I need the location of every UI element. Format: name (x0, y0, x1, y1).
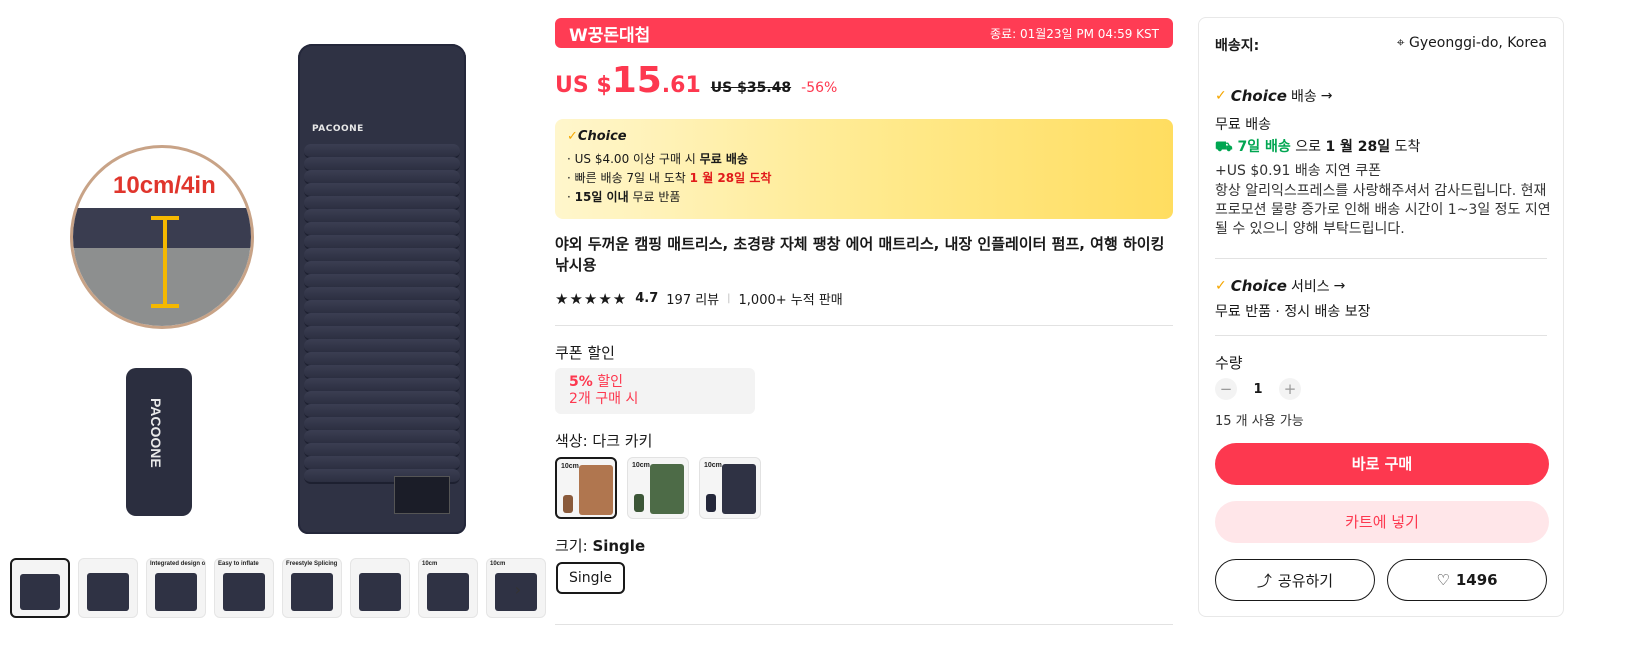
benefit-free-returns: · 15일 이내 무료 반품 (567, 190, 681, 204)
checkmark-icon: ✓ (1215, 88, 1227, 104)
gallery-thumbnail[interactable] (350, 558, 410, 618)
thickness-label: 10cm/4in (113, 172, 216, 199)
divider (1215, 258, 1547, 259)
review-count[interactable]: 197 리뷰 (666, 289, 719, 308)
discount-badge: -56% (801, 80, 838, 96)
choice-logo: ✓Choice (567, 129, 627, 144)
bag-swatch (563, 495, 573, 513)
gallery-thumbnail[interactable] (10, 558, 70, 618)
thumbnail-caption: Integrated design of pillow (150, 561, 206, 567)
purchase-panel: 배송지: ⌖ Gyeonggi-do, Korea ✓ Choice 배송 → 무… (1198, 17, 1564, 617)
location-pin-icon: ⌖ (1396, 35, 1410, 51)
thumbnail-caption: 10cm (490, 561, 506, 567)
size-label: 크기: Single (555, 537, 646, 555)
color-option[interactable]: 10cm (627, 457, 689, 519)
sleeping-mat-image: PACOONE (298, 44, 466, 534)
thumbnail-caption: Easy to inflate (218, 561, 259, 567)
ship-to-location[interactable]: ⌖ Gyeonggi-do, Korea (1397, 35, 1547, 55)
arrow-right-icon: → (1320, 88, 1333, 104)
ship-to-row[interactable]: 배송지: ⌖ Gyeonggi-do, Korea (1215, 35, 1547, 55)
color-options: 10cm 10cm 10cm (555, 457, 761, 519)
product-title: 야외 두꺼운 캠핑 매트리스, 초경량 자체 팽창 에어 매트리스, 내장 인플… (555, 235, 1165, 274)
service-guarantee-text: 무료 반품 · 정시 배송 보장 (1215, 304, 1371, 320)
choice-service-link[interactable]: ✓ Choice 서비스 → (1215, 276, 1345, 296)
chevron-right-icon[interactable]: › (508, 578, 528, 602)
share-icon: ⤴ (1256, 571, 1272, 590)
gallery-thumbnail[interactable]: Easy to inflate (214, 558, 274, 618)
coupon-label: 쿠폰 할인 (555, 344, 615, 362)
divider (1215, 335, 1547, 336)
color-option-caption: 10cm (704, 462, 722, 469)
quantity-value[interactable]: 1 (1253, 382, 1263, 397)
checkmark-icon: ✓ (1215, 278, 1227, 294)
divider (555, 325, 1173, 326)
truck-icon: ⛟ (1215, 139, 1238, 155)
rating-value: 4.7 (635, 291, 659, 306)
bag-swatch (706, 494, 716, 512)
gallery-thumbnail[interactable] (78, 558, 138, 618)
gallery-thumbnail[interactable]: Integrated design of pillow (146, 558, 206, 618)
ship-to-label: 배송지: (1215, 38, 1260, 54)
promo-title: W꿍돈대첩 (569, 25, 651, 46)
price-row: US $15.61 US $35.48 -56% (555, 60, 837, 101)
delay-notice: 항상 알리익스프레스를 사랑해주셔서 감사드립니다. 현재 프로모션 물량 증가… (1215, 183, 1551, 237)
color-swatch (650, 464, 684, 514)
add-to-cart-button[interactable]: 카트에 넣기 (1215, 501, 1549, 543)
color-swatch (722, 464, 756, 514)
thumbnail-strip: Integrated design of pillow Easy to infla… (10, 558, 546, 620)
promo-countdown: 종료: 01월23일 PM 04:59 KST (990, 26, 1159, 41)
rating-row[interactable]: ★★★★★ 4.7 197 리뷰 | 1,000+ 누적 판매 (555, 289, 843, 309)
bag-brand-text: PACOONE (148, 398, 164, 468)
heart-icon: ♡ (1436, 571, 1450, 589)
mat-product-label (394, 476, 450, 514)
divider: | (727, 293, 731, 304)
delay-coupon-text: +US $0.91 배송 지연 쿠폰 (1215, 163, 1382, 179)
minus-button[interactable]: − (1215, 378, 1237, 400)
thickness-zoom-circle: 10cm/4in (70, 145, 254, 329)
stock-available: 15 개 사용 가능 (1215, 414, 1304, 429)
sold-count: 1,000+ 누적 판매 (738, 293, 843, 308)
benefit-free-shipping: · US $4.00 이상 구매 시 무료 배송 (567, 152, 748, 166)
color-swatch (579, 465, 613, 515)
original-price: US $35.48 (710, 80, 792, 96)
coupon-card[interactable]: 5% 할인 2개 구매 시 (555, 368, 755, 414)
buy-now-button[interactable]: 바로 구매 (1215, 443, 1549, 485)
thumbnail-caption: 10cm (422, 561, 438, 567)
checkmark-icon: ✓ (567, 129, 578, 144)
gallery-thumbnail[interactable]: Freestyle Splicing (282, 558, 342, 618)
color-option-caption: 10cm (632, 462, 650, 469)
gallery-thumbnail[interactable]: 10cm (418, 558, 478, 618)
benefit-fast-delivery: · 빠른 배송 7일 내 도착 1 월 28일 도착 (567, 171, 772, 185)
choice-delivery-link[interactable]: ✓ Choice 배송 → (1215, 86, 1332, 106)
color-option[interactable]: 10cm (555, 457, 617, 519)
mat-brand-text: PACOONE (312, 124, 364, 134)
size-option-single[interactable]: Single (556, 562, 626, 594)
color-option[interactable]: 10cm (699, 457, 761, 519)
quantity-stepper: − 1 + (1215, 378, 1301, 400)
divider (555, 624, 1173, 625)
star-rating-icon: ★★★★★ (555, 289, 628, 308)
sale-price: US $15.61 (555, 60, 701, 101)
main-product-image[interactable]: 10cm/4in PACOONE PACOONE (60, 30, 500, 550)
plus-button[interactable]: + (1279, 378, 1301, 400)
bag-swatch (634, 494, 644, 512)
color-label: 색상: 다크 카키 (555, 432, 653, 450)
product-gallery: 10cm/4in PACOONE PACOONE Integrated desi… (0, 0, 560, 654)
arrow-right-icon: → (1333, 278, 1346, 294)
color-option-caption: 10cm (561, 463, 579, 470)
stuff-sack-image: PACOONE (126, 368, 192, 516)
thumbnail-caption: Freestyle Splicing (286, 561, 338, 567)
share-button[interactable]: ⤴ 공유하기 (1215, 559, 1375, 601)
delivery-eta: ⛟ 7일 배송 으로 1 월 28일 도착 (1215, 139, 1421, 155)
wishlist-button[interactable]: ♡ 1496 (1387, 559, 1547, 601)
free-shipping-text: 무료 배송 (1215, 117, 1271, 133)
promo-banner: W꿍돈대첩 종료: 01월23일 PM 04:59 KST (555, 18, 1173, 48)
choice-benefits-box: ✓Choice · US $4.00 이상 구매 시 무료 배송 · 빠른 배송… (555, 119, 1173, 219)
quantity-label: 수량 (1215, 354, 1243, 372)
